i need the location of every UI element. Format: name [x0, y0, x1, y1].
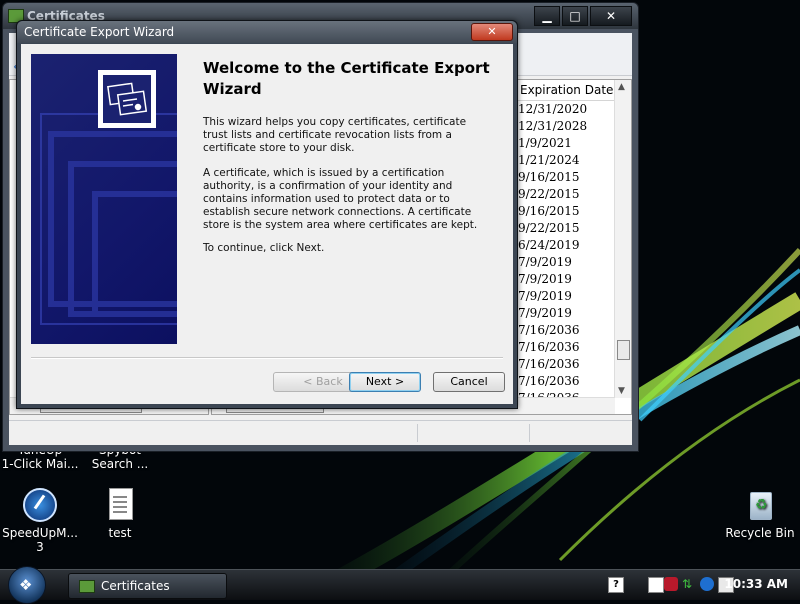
taskbar: ❖ Certificates ? ⇅ 10:33 AM — [0, 566, 800, 604]
list-item[interactable]: 7/9/2019 — [518, 271, 572, 288]
list-item[interactable]: 12/31/2028 — [518, 118, 587, 135]
certificate-icon — [98, 70, 156, 128]
wizard-heading: Welcome to the Certificate Export Wizard — [203, 59, 490, 98]
desktop-icon-recycle-bin[interactable]: ♻ Recycle Bin — [720, 488, 800, 540]
scroll-up-arrow-icon[interactable]: ▲ — [618, 82, 625, 92]
list-item[interactable]: 1/21/2024 — [518, 152, 580, 169]
vertical-scrollbar[interactable]: ▲ ▼ — [614, 80, 631, 398]
list-item[interactable]: 12/31/2020 — [518, 101, 587, 118]
close-button[interactable]: ✕ — [471, 23, 513, 41]
mmc-app-icon — [79, 580, 95, 593]
speedometer-tray-icon[interactable] — [700, 577, 714, 591]
system-clock[interactable]: 10:33 AM — [724, 577, 788, 591]
wizard-banner-image — [31, 54, 177, 344]
desktop-icon-test[interactable]: test — [80, 488, 160, 540]
security-shield-icon[interactable] — [664, 577, 678, 591]
list-item[interactable]: 7/16/2036 — [518, 373, 580, 390]
desktop-icon-label: Recycle Bin — [725, 526, 795, 540]
list-item[interactable]: 7/16/2036 — [518, 322, 580, 339]
document-icon[interactable] — [648, 577, 664, 593]
list-item[interactable]: 7/16/2036 — [518, 356, 580, 373]
wizard-intro-text: This wizard helps you copy certificates,… — [203, 116, 467, 154]
windows-logo-icon: ❖ — [19, 576, 33, 594]
dialog-titlebar[interactable]: Certificate Export Wizard ✕ — [17, 21, 517, 43]
desktop-icon-speedupmypc[interactable]: SpeedUpM... 3 — [0, 488, 80, 554]
divider — [31, 357, 503, 359]
list-item[interactable]: 1/9/2021 — [518, 135, 572, 152]
maximize-button[interactable]: □ — [562, 6, 588, 26]
scroll-down-arrow-icon[interactable]: ▼ — [618, 386, 625, 396]
speedometer-icon — [23, 488, 57, 522]
list-item[interactable]: 9/22/2015 — [518, 186, 580, 203]
list-item[interactable]: 9/16/2015 — [518, 169, 580, 186]
list-item[interactable]: 7/9/2019 — [518, 254, 572, 271]
desktop-icon-label: test — [108, 526, 132, 540]
taskbar-button-label: Certificates — [101, 579, 170, 593]
list-item[interactable]: 9/16/2015 — [518, 203, 580, 220]
next-button[interactable]: Next > — [349, 372, 421, 392]
taskbar-button-certificates[interactable]: Certificates — [68, 573, 227, 599]
list-item[interactable]: 9/22/2015 — [518, 220, 580, 237]
list-item[interactable]: 7/9/2019 — [518, 288, 572, 305]
column-expiration-date[interactable]: Expiration Date — [520, 83, 613, 97]
text-file-icon — [103, 488, 137, 522]
wizard-continue-text: To continue, click Next. — [203, 242, 325, 254]
close-button[interactable]: ✕ — [590, 6, 632, 26]
list-item[interactable]: 6/24/2019 — [518, 237, 580, 254]
recycle-bin-icon: ♻ — [743, 488, 777, 522]
desktop-icon-label: SpeedUpM... 3 — [2, 526, 78, 554]
wizard-description-text: A certificate, which is issued by a cert… — [203, 167, 478, 231]
scrollbar-thumb[interactable] — [617, 340, 630, 360]
network-icon[interactable]: ⇅ — [682, 577, 696, 591]
system-tray: ? ⇅ 10:33 AM — [600, 570, 800, 600]
start-button[interactable]: ❖ — [8, 566, 46, 604]
certificate-export-wizard-dialog: Certificate Export Wizard ✕ Welcome to t… — [16, 20, 518, 409]
list-item[interactable]: 7/9/2019 — [518, 305, 572, 322]
dialog-title: Certificate Export Wizard — [24, 25, 175, 39]
minimize-button[interactable]: ▁ — [534, 6, 560, 26]
help-icon[interactable]: ? — [608, 577, 624, 593]
list-item[interactable]: 7/16/2036 — [518, 339, 580, 356]
status-bar — [9, 420, 632, 445]
dialog-body: Welcome to the Certificate Export Wizard… — [21, 44, 513, 404]
cancel-button[interactable]: Cancel — [433, 372, 505, 392]
